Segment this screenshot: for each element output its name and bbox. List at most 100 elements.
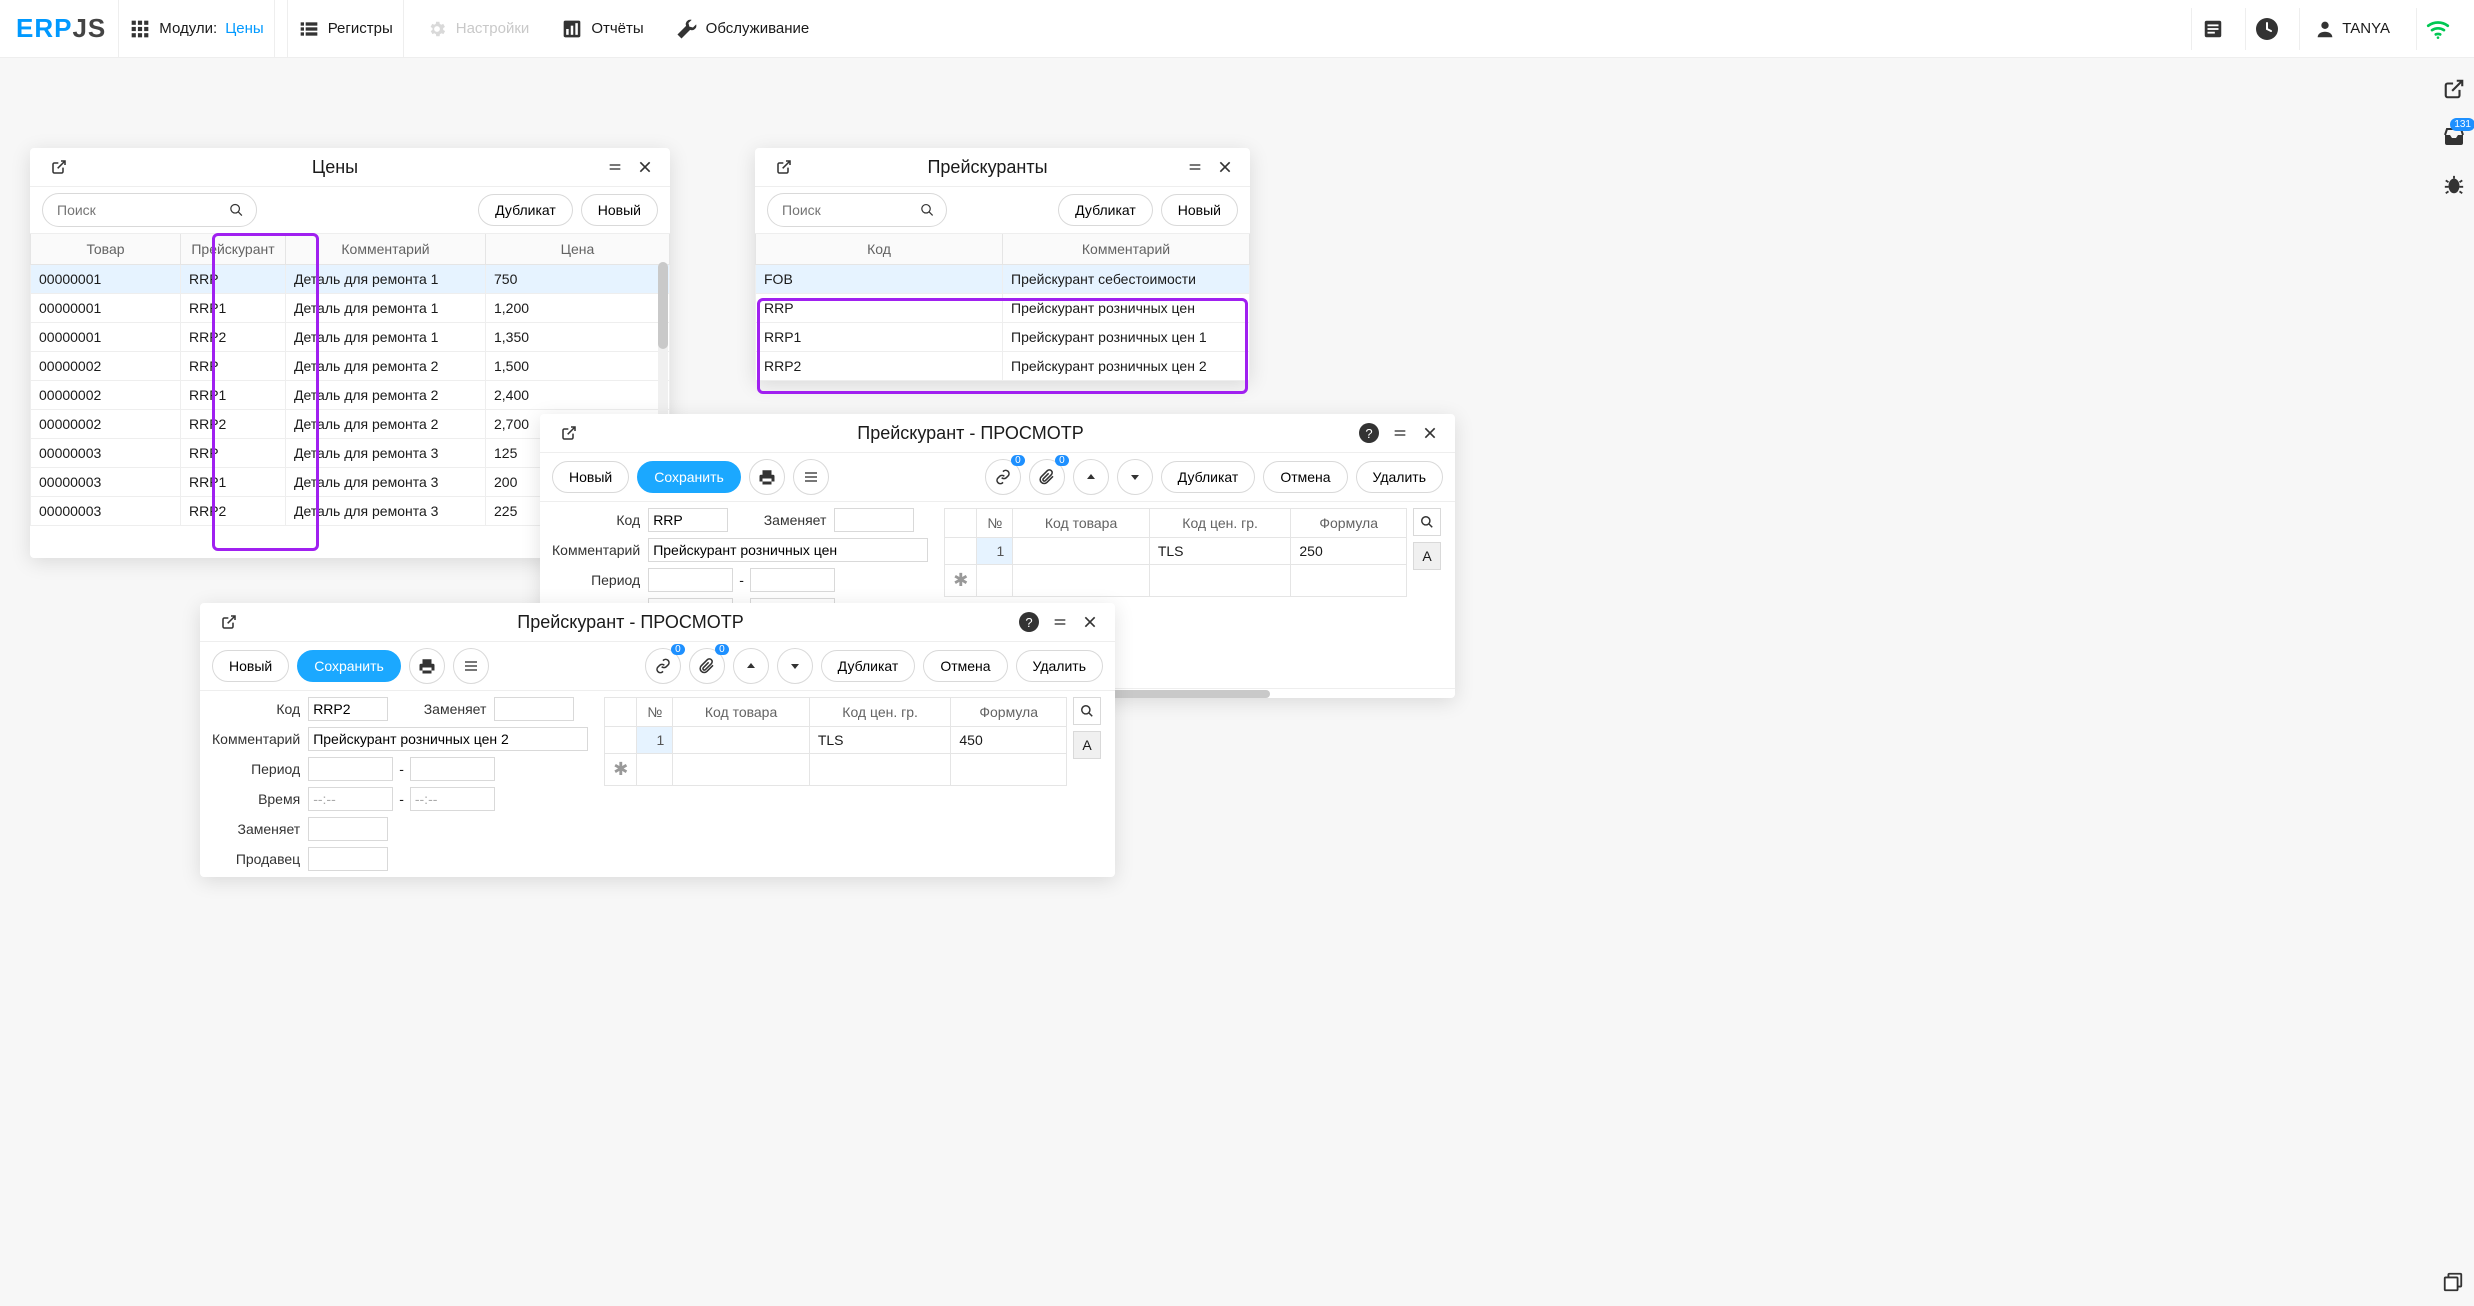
row-search-button[interactable] — [1413, 508, 1441, 536]
duplicate-button[interactable]: Дубликат — [1058, 194, 1153, 226]
right-rail: 131 — [2434, 76, 2474, 198]
detail-rows-table[interactable]: № Код товара Код цен. гр. Формула 1TLS45… — [604, 697, 1067, 786]
period-from-field[interactable] — [308, 757, 393, 781]
help-icon[interactable]: ? — [1359, 423, 1379, 443]
inbox-icon[interactable]: 131 — [2441, 124, 2467, 150]
wifi-icon[interactable] — [2416, 8, 2458, 50]
table-row[interactable]: 00000001RRP1Деталь для ремонта 11,200 — [31, 294, 670, 323]
grid-icon — [129, 18, 151, 40]
detail-rows-table[interactable]: № Код товара Код цен. гр. Формула 1TLS25… — [944, 508, 1407, 597]
table-row[interactable]: FOBПрейскурант себестоимости — [756, 265, 1250, 294]
prev-button[interactable] — [733, 648, 769, 684]
print-button[interactable] — [749, 459, 785, 495]
comment-field[interactable] — [648, 538, 928, 562]
table-row[interactable]: 00000001RRPДеталь для ремонта 1750 — [31, 265, 670, 294]
prev-button[interactable] — [1073, 459, 1109, 495]
menu-button[interactable] — [793, 459, 829, 495]
new-button[interactable]: Новый — [581, 194, 658, 226]
user-menu[interactable]: TANYA — [2299, 8, 2404, 50]
minimize-icon[interactable] — [1387, 420, 1413, 446]
window-title: Прейскуранты — [927, 157, 1047, 178]
period-to-field[interactable] — [750, 568, 835, 592]
save-button[interactable]: Сохранить — [637, 461, 741, 493]
logo: ERPJS — [16, 13, 106, 44]
code-field[interactable] — [648, 508, 728, 532]
open-external-icon[interactable] — [46, 154, 72, 180]
period-from-field[interactable] — [648, 568, 733, 592]
nav-settings: Настройки — [416, 0, 540, 57]
open-external-icon[interactable] — [771, 154, 797, 180]
cancel-button[interactable]: Отмена — [923, 650, 1007, 682]
table-row[interactable]: RRPПрейскурант розничных цен — [756, 294, 1250, 323]
seller-field[interactable] — [308, 847, 388, 871]
duplicate-button[interactable]: Дубликат — [821, 650, 916, 682]
table-row[interactable]: 00000001RRP2Деталь для ремонта 11,350 — [31, 323, 670, 352]
nav-modules[interactable]: Модули: Цены — [118, 0, 274, 57]
duplicate-button[interactable]: Дубликат — [478, 194, 573, 226]
open-external-icon[interactable] — [556, 420, 582, 446]
minimize-icon[interactable] — [602, 154, 628, 180]
replaces-field[interactable] — [834, 508, 914, 532]
add-row[interactable]: ✱ — [945, 565, 1407, 597]
new-button[interactable]: Новый — [1161, 194, 1238, 226]
attachment-button[interactable]: 0 — [689, 648, 725, 684]
form-fields: Код Заменяет Комментарий Период - Время … — [212, 697, 588, 871]
gear-icon — [426, 18, 448, 40]
table-row[interactable]: 1TLS450 — [605, 727, 1067, 754]
search-input[interactable] — [767, 193, 947, 227]
new-button[interactable]: Новый — [552, 461, 629, 493]
search-icon — [229, 202, 244, 218]
table-row[interactable]: RRP2Прейскурант розничных цен 2 — [756, 352, 1250, 381]
open-external-icon[interactable] — [216, 609, 242, 635]
minimize-icon[interactable] — [1047, 609, 1073, 635]
tab-a[interactable]: A — [1073, 731, 1101, 759]
table-row[interactable]: 1TLS250 — [945, 538, 1407, 565]
new-button[interactable]: Новый — [212, 650, 289, 682]
wrench-icon — [676, 18, 698, 40]
code-field[interactable] — [308, 697, 388, 721]
attachment-button[interactable]: 0 — [1029, 459, 1065, 495]
open-external-icon[interactable] — [2441, 76, 2467, 102]
close-icon[interactable] — [1417, 420, 1443, 446]
link-button[interactable]: 0 — [645, 648, 681, 684]
bug-icon[interactable] — [2441, 172, 2467, 198]
clock-icon[interactable] — [2245, 8, 2287, 50]
table-row[interactable]: RRP1Прейскурант розничных цен 1 — [756, 323, 1250, 352]
notes-icon[interactable] — [2191, 8, 2233, 50]
table-row[interactable]: 00000002RRPДеталь для ремонта 21,500 — [31, 352, 670, 381]
time-to-field[interactable] — [410, 787, 495, 811]
row-search-button[interactable] — [1073, 697, 1101, 725]
pricelists-table[interactable]: Код Комментарий FOBПрейскурант себестоим… — [755, 234, 1250, 381]
next-button[interactable] — [1117, 459, 1153, 495]
link-button[interactable]: 0 — [985, 459, 1021, 495]
table-row[interactable]: 00000002RRP1Деталь для ремонта 22,400 — [31, 381, 670, 410]
print-button[interactable] — [409, 648, 445, 684]
minimize-icon[interactable] — [1182, 154, 1208, 180]
nav-service[interactable]: Обслуживание — [666, 0, 820, 57]
window-title: Прейскурант - ПРОСМОТР — [517, 612, 743, 633]
menu-button[interactable] — [453, 648, 489, 684]
top-nav: ERPJS Модули: Цены Регистры Настройки От… — [0, 0, 2474, 58]
duplicate-button[interactable]: Дубликат — [1161, 461, 1256, 493]
search-input[interactable] — [42, 193, 257, 227]
nav-reports[interactable]: Отчёты — [551, 0, 653, 57]
help-icon[interactable]: ? — [1019, 612, 1039, 632]
save-button[interactable]: Сохранить — [297, 650, 401, 682]
cancel-button[interactable]: Отмена — [1263, 461, 1347, 493]
period-to-field[interactable] — [410, 757, 495, 781]
delete-button[interactable]: Удалить — [1016, 650, 1103, 682]
next-button[interactable] — [777, 648, 813, 684]
close-icon[interactable] — [1077, 609, 1103, 635]
comment-field[interactable] — [308, 727, 588, 751]
close-icon[interactable] — [1212, 154, 1238, 180]
tab-a[interactable]: A — [1413, 542, 1441, 570]
time-from-field[interactable] — [308, 787, 393, 811]
close-icon[interactable] — [632, 154, 658, 180]
nav-registers[interactable]: Регистры — [287, 0, 404, 57]
replaces2-field[interactable] — [308, 817, 388, 841]
delete-button[interactable]: Удалить — [1356, 461, 1443, 493]
replaces-field[interactable] — [494, 697, 574, 721]
list-icon — [298, 18, 320, 40]
add-row[interactable]: ✱ — [605, 754, 1067, 786]
windows-icon[interactable] — [2442, 1271, 2464, 1296]
